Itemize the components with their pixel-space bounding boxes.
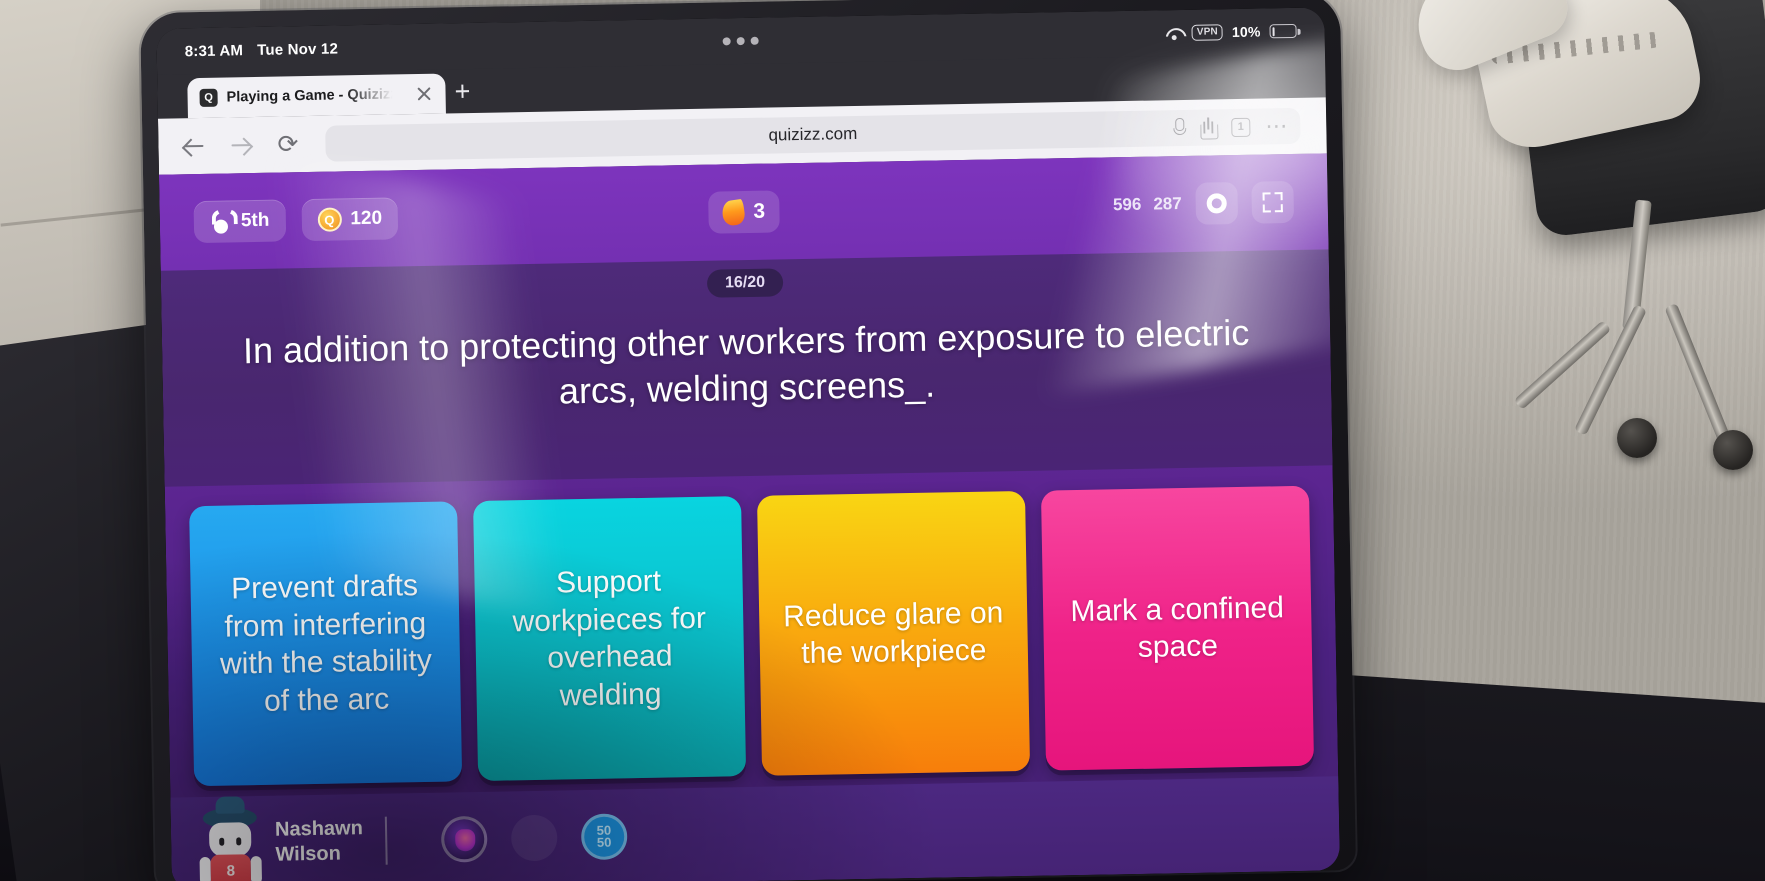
rank-value: 5th xyxy=(240,209,270,232)
rank-pill: 5th xyxy=(193,199,286,244)
question-counter: 16/20 xyxy=(706,268,784,298)
gear-icon xyxy=(1206,193,1227,214)
reload-icon[interactable]: ⟳ xyxy=(274,130,301,158)
fifty-bottom: 50 xyxy=(596,834,612,850)
chair-caster xyxy=(1617,418,1657,458)
close-icon[interactable] xyxy=(414,84,433,103)
player-last-name: Wilson xyxy=(275,842,342,866)
battery-icon xyxy=(1269,23,1297,39)
tablet-device: 8:31 AM Tue Nov 12 VPN 10% Q Playing a G… xyxy=(140,0,1356,881)
stat-a-value: 596 xyxy=(1112,194,1142,215)
question-panel: 16/20 In addition to protecting other wo… xyxy=(160,249,1333,487)
avatar-jersey: 8 xyxy=(210,854,252,881)
answer-option-1[interactable]: Prevent drafts from interfering with the… xyxy=(189,501,463,787)
microphone-icon[interactable] xyxy=(1172,118,1185,138)
coin-icon: Q xyxy=(317,207,342,232)
score-pill: Q 120 xyxy=(300,197,399,242)
powerup-tray: 50 50 xyxy=(440,813,628,863)
answer-options: Prevent drafts from interfering with the… xyxy=(165,485,1338,787)
new-tab-button[interactable]: + xyxy=(445,73,480,114)
flame-icon xyxy=(720,198,747,227)
avatar-jersey-number: 8 xyxy=(226,862,236,880)
tablet-screen: 8:31 AM Tue Nov 12 VPN 10% Q Playing a G… xyxy=(156,7,1340,881)
powerup-active[interactable] xyxy=(440,815,488,863)
avatar-arm xyxy=(250,855,263,881)
avatar: 8 xyxy=(197,806,265,881)
status-date: Tue Nov 12 xyxy=(256,39,339,59)
player-name: Nashawn Wilson xyxy=(275,816,386,868)
share-icon[interactable] xyxy=(1200,117,1216,138)
answer-option-4[interactable]: Mark a confined space xyxy=(1040,485,1315,771)
quizizz-game: 5th Q 120 3 596 287 16/20 In addition to… xyxy=(159,153,1340,881)
more-options-icon[interactable]: ⋯ xyxy=(1265,113,1288,138)
vpn-badge: VPN xyxy=(1191,24,1224,41)
status-time: 8:31 AM xyxy=(184,41,244,60)
powerup-fifty-fifty[interactable]: 50 50 xyxy=(580,813,628,861)
player-first-name: Nashawn xyxy=(274,817,364,841)
question-text: In addition to protecting other workers … xyxy=(242,311,1250,412)
address-bar[interactable]: quizizz.com 1 ⋯ xyxy=(325,107,1301,162)
tab-count-icon[interactable]: 1 xyxy=(1231,117,1251,137)
answer-option-2[interactable]: Support workpieces for overhead welding xyxy=(473,496,747,782)
browser-tab[interactable]: Q Playing a Game - Quizizz xyxy=(187,73,446,119)
tab-title: Playing a Game - Quizizz xyxy=(226,86,393,106)
score-value: 120 xyxy=(350,207,383,230)
answer-option-3[interactable]: Reduce glare on the workpiece xyxy=(756,490,1031,776)
url-text: quizizz.com xyxy=(768,123,858,145)
footer-divider xyxy=(384,816,388,865)
player-footer: 8 Nashawn Wilson 50 50 xyxy=(170,776,1340,881)
wifi-icon xyxy=(1166,26,1183,39)
back-arrow-icon[interactable] xyxy=(180,132,207,159)
fullscreen-icon xyxy=(1262,192,1283,213)
chair-caster xyxy=(1713,430,1753,470)
forward-arrow-icon[interactable] xyxy=(227,131,254,158)
streak-value: 3 xyxy=(753,199,766,223)
quizizz-favicon: Q xyxy=(199,88,218,107)
streak-pill: 3 xyxy=(708,190,780,234)
avatar-arm xyxy=(199,856,212,881)
medal-icon xyxy=(210,209,232,233)
settings-button[interactable] xyxy=(1195,181,1239,225)
fullscreen-button[interactable] xyxy=(1251,180,1295,224)
powerup-empty[interactable] xyxy=(510,814,558,862)
avatar-head xyxy=(208,822,252,857)
multitask-handle-icon[interactable] xyxy=(722,36,759,46)
stat-b-value: 287 xyxy=(1153,194,1182,214)
battery-percent: 10% xyxy=(1231,23,1261,41)
